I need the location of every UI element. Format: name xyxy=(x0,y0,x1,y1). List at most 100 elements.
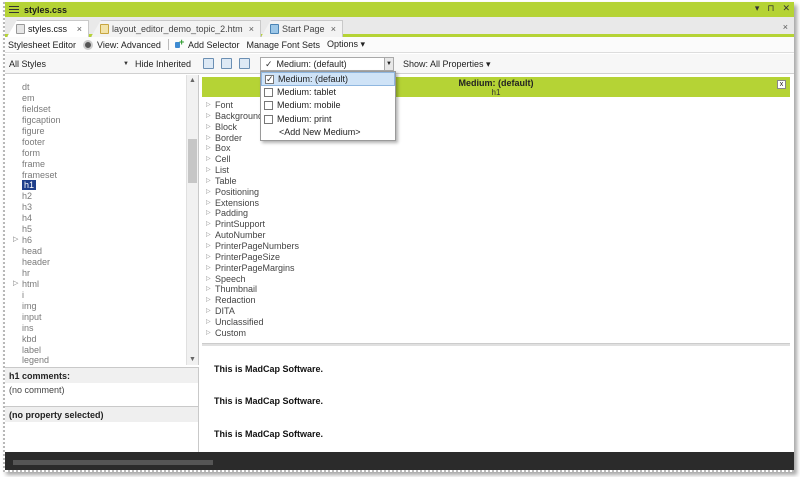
property-group-item[interactable]: PrintSupport xyxy=(202,219,299,230)
tabstrip-close-icon[interactable]: × xyxy=(783,22,788,32)
medium-option-default[interactable]: Medium: (default) xyxy=(261,72,395,87)
medium-select[interactable]: ✓ Medium: (default) ▼ xyxy=(260,57,394,71)
property-group-item[interactable]: Table xyxy=(202,176,299,187)
menu-icon[interactable] xyxy=(9,6,19,13)
comments-body[interactable]: (no comment) xyxy=(5,383,198,408)
property-group-item[interactable]: Custom xyxy=(202,328,299,339)
property-group-item[interactable]: Thumbnail xyxy=(202,284,299,295)
medium-option-tablet[interactable]: Medium: tablet xyxy=(261,86,395,100)
checkbox-icon[interactable] xyxy=(264,87,273,97)
tab-close-icon[interactable]: × xyxy=(77,24,82,34)
dropdown-arrow-icon[interactable]: ▾ xyxy=(755,3,760,14)
property-group-item[interactable]: DITA xyxy=(202,306,299,317)
property-group-item[interactable]: Positioning xyxy=(202,187,299,198)
checkbox-checked-icon[interactable] xyxy=(265,73,274,87)
add-selector-button[interactable]: Add Selector xyxy=(174,37,240,50)
toolbar-btn-3-icon[interactable] xyxy=(239,58,250,69)
checkbox-icon[interactable] xyxy=(264,114,273,124)
style-list-item[interactable]: i xyxy=(5,290,185,301)
pin-icon[interactable]: ⊓ xyxy=(767,3,774,14)
checkbox-icon[interactable] xyxy=(264,101,273,110)
style-list-item[interactable]: head xyxy=(5,246,185,257)
property-group-item[interactable]: Speech xyxy=(202,274,299,285)
property-group-item[interactable]: Box xyxy=(202,143,299,154)
medium-option-label: Medium: print xyxy=(277,113,332,124)
property-group-item[interactable]: PrinterPageMargins xyxy=(202,263,299,274)
style-list-item[interactable]: legend xyxy=(5,355,185,365)
style-list-item[interactable]: h5 xyxy=(5,224,185,235)
style-list-item[interactable]: h4 xyxy=(5,213,185,224)
style-list-item[interactable]: kbd xyxy=(5,334,185,345)
style-list-item[interactable]: input xyxy=(5,312,185,323)
scroll-up-icon[interactable]: ▲ xyxy=(189,77,196,84)
tab-styles-css[interactable]: styles.css × xyxy=(7,20,89,37)
tab-close-icon[interactable]: × xyxy=(331,24,336,34)
close-icon[interactable]: ✕ xyxy=(782,3,790,14)
style-list-item[interactable]: form xyxy=(5,148,185,159)
property-group-item[interactable]: Extensions xyxy=(202,198,299,209)
style-list-item-label: ins xyxy=(22,322,34,333)
style-list-item[interactable]: h1 xyxy=(5,180,185,191)
tab-label: styles.css xyxy=(28,24,68,34)
styles-filter-select[interactable]: All Styles ▼ xyxy=(9,57,129,71)
filter-toolbar: All Styles ▼ Hide Inherited ✓ Medium: (d… xyxy=(5,54,794,74)
style-list-item[interactable]: h2 xyxy=(5,191,185,202)
tab-start-page[interactable]: Start Page × xyxy=(261,20,343,37)
style-list-item-label: hr xyxy=(22,267,31,278)
view-advanced-button[interactable]: View: Advanced xyxy=(83,39,161,50)
medium-option-label: Medium: (default) xyxy=(278,74,349,84)
style-list-item[interactable]: header xyxy=(5,257,185,268)
close-icon[interactable]: x xyxy=(777,80,786,89)
chevron-down-icon[interactable]: ▼ xyxy=(384,58,393,70)
style-list-item-label: header xyxy=(22,257,51,267)
tab-close-icon[interactable]: × xyxy=(249,24,254,34)
scrollbar-thumb[interactable] xyxy=(188,139,197,183)
property-group-item[interactable]: PrinterPageSize xyxy=(202,252,299,263)
tab-layout-editor-demo[interactable]: layout_editor_demo_topic_2.htm × xyxy=(91,20,261,37)
style-list-item[interactable]: h6 xyxy=(5,235,185,246)
styles-filter-value: All Styles xyxy=(9,59,47,69)
style-list-item[interactable]: figcaption xyxy=(5,115,185,126)
style-list-item[interactable]: frame xyxy=(5,159,185,170)
medium-option-mobile[interactable]: Medium: mobile xyxy=(261,99,395,113)
property-group-item[interactable]: PrinterPageNumbers xyxy=(202,241,299,252)
style-list-item[interactable]: frameset xyxy=(5,170,185,181)
medium-option-print[interactable]: Medium: print xyxy=(261,113,395,127)
show-properties-select[interactable]: Show: All Properties ▾ xyxy=(403,59,491,70)
window-controls: ▾ ⊓ ✕ xyxy=(755,3,790,14)
styles-list-scrollbar[interactable]: ▲ ▼ xyxy=(186,75,198,365)
property-group-item[interactable]: Padding xyxy=(202,208,299,219)
style-list-item[interactable]: fieldset xyxy=(5,104,185,115)
style-list-item[interactable]: ins xyxy=(5,323,185,334)
style-list-item-label: img xyxy=(22,300,37,311)
hide-inherited-button[interactable]: Hide Inherited xyxy=(135,59,191,69)
style-list-item[interactable]: label xyxy=(5,345,185,356)
stylesheet-editor-label: Stylesheet Editor xyxy=(8,39,77,50)
scroll-down-icon[interactable]: ▼ xyxy=(189,356,196,363)
add-new-medium-option[interactable]: <Add New Medium> xyxy=(261,126,395,140)
property-group-item[interactable]: AutoNumber xyxy=(202,230,299,241)
style-list-item-label: h1 xyxy=(22,180,37,191)
add-selector-label: Add Selector xyxy=(187,39,240,50)
property-group-item[interactable]: Cell xyxy=(202,154,299,165)
property-selected-label: (no property selected) xyxy=(5,406,199,422)
style-list-item[interactable]: html xyxy=(5,279,185,290)
style-list-item[interactable]: hr xyxy=(5,268,185,279)
style-list-item[interactable]: h3 xyxy=(5,202,185,213)
style-list-item[interactable]: img xyxy=(5,301,185,312)
toolbar-btn-1-icon[interactable] xyxy=(203,58,214,69)
options-menu-button[interactable]: Options ▾ xyxy=(327,39,365,50)
property-group-item[interactable]: Unclassified xyxy=(202,317,299,328)
preview-line: This is MadCap Software. xyxy=(214,396,324,406)
style-list-item[interactable]: dt xyxy=(5,82,185,93)
window-title: styles.css xyxy=(24,4,68,15)
toolbar-btn-2-icon[interactable] xyxy=(221,58,232,69)
style-list-item[interactable]: figure xyxy=(5,126,185,137)
property-group-item[interactable]: List xyxy=(202,165,299,176)
style-list-item[interactable]: footer xyxy=(5,137,185,148)
horizontal-scrollbar[interactable] xyxy=(13,460,213,465)
manage-font-sets-button[interactable]: Manage Font Sets xyxy=(246,40,320,50)
style-list-item[interactable]: em xyxy=(5,93,185,104)
property-group-item[interactable]: Redaction xyxy=(202,295,299,306)
styles-list: dt em fieldset figcaption figure footer form fr… xyxy=(5,75,199,365)
